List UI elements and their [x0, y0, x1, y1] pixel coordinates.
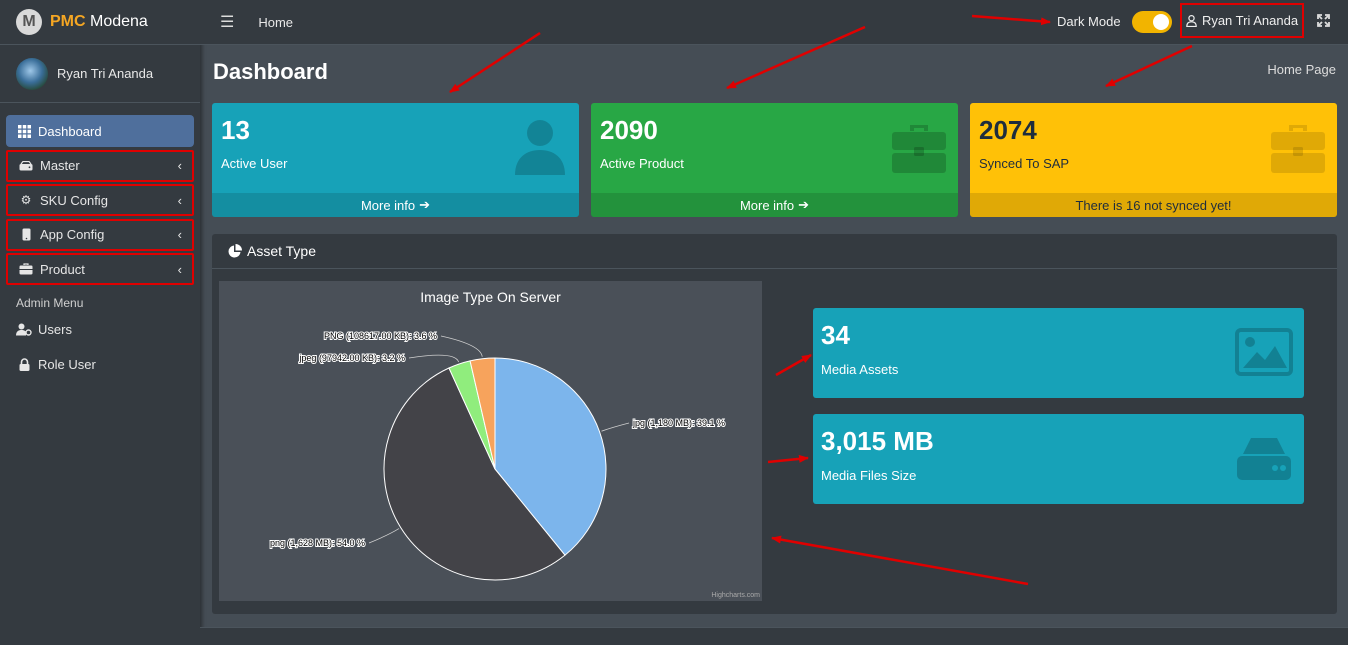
breadcrumb[interactable]: Home Page [1267, 62, 1336, 77]
pie-label-png: png (1,628 MB): 54.0 % [270, 538, 365, 548]
image-icon [1235, 328, 1293, 376]
active-user-card: 13 Active User More info ➔ [212, 103, 579, 217]
briefcase-icon [892, 125, 946, 173]
media-size-label: Media Files Size [821, 468, 917, 483]
topbar: ☰ Home Dark Mode Ryan Tri Ananda [200, 0, 1348, 45]
media-assets-label: Media Assets [821, 362, 899, 377]
brand[interactable]: M PMC Modena [0, 0, 200, 45]
avatar [16, 57, 48, 90]
card-label: Synced To SAP [979, 156, 1070, 171]
mobile-icon [18, 228, 34, 241]
user-panel[interactable]: Ryan Tri Ananda [0, 45, 200, 103]
sidebar-item-label: Users [38, 322, 72, 337]
sidebar: M PMC Modena Ryan Tri Ananda Dashboard M… [0, 0, 200, 645]
user-cog-icon [16, 323, 32, 336]
pie-label-jpeg: jpeg (97942.00 KB): 3.2 % [298, 353, 405, 363]
gear-icon: ⚙ [20, 193, 32, 207]
more-info-link[interactable]: More info ➔ [212, 193, 579, 217]
sidebar-item-master[interactable]: Master ‹ [6, 149, 194, 182]
sidebar-item-label: Role User [38, 356, 96, 372]
sidebar-nav: Dashboard Master ‹ ⚙ SKU Config ‹ App Co… [0, 103, 200, 380]
dark-mode-toggle[interactable] [1132, 11, 1172, 33]
pie-chart-icon [228, 244, 242, 258]
home-link[interactable]: Home [258, 15, 293, 30]
media-assets-value: 34 [821, 320, 850, 350]
lock-icon [16, 357, 32, 371]
annotation-arrow [1105, 44, 1193, 88]
arrow-circle-right-icon: ➔ [419, 197, 431, 212]
media-size-value: 3,015 MB [821, 426, 934, 456]
footer-bar [200, 627, 1348, 645]
pie-connector [601, 422, 630, 432]
grid-icon [16, 124, 32, 138]
not-synced-notice: There is 16 not synced yet! [970, 193, 1337, 217]
synced-sap-card: 2074 Synced To SAP There is 16 not synce… [970, 103, 1337, 217]
card-value: 2074 [979, 115, 1037, 145]
user-menu[interactable]: Ryan Tri Ananda [1180, 3, 1304, 38]
sidebar-item-users[interactable]: Users [6, 314, 194, 346]
brand-name: PMC Modena [50, 13, 148, 30]
card-label: Active User [221, 156, 288, 171]
pie-connector [440, 335, 483, 357]
sidebar-item-label: Dashboard [38, 123, 102, 139]
user-name: Ryan Tri Ananda [57, 66, 154, 81]
briefcase-icon [18, 263, 34, 275]
sidebar-item-role-user[interactable]: Role User [6, 348, 194, 380]
card-value: 2090 [600, 115, 658, 145]
page-title: Dashboard [213, 59, 328, 84]
panel-header: Asset Type [212, 234, 1337, 269]
arrow-circle-right-icon: ➔ [798, 197, 810, 212]
sidebar-item-label: Product [40, 261, 85, 277]
chevron-left-icon: ‹ [177, 261, 182, 277]
hdd-icon [18, 160, 34, 171]
fullscreen-icon[interactable] [1317, 14, 1330, 30]
user-menu-name: Ryan Tri Ananda [1201, 13, 1299, 28]
pie-chart: jpg (1,180 MB): 39.1 % png (1,628 MB): 54… [269, 330, 726, 581]
chart-credit[interactable]: Highcharts.com [711, 592, 760, 599]
chevron-left-icon: ‹ [177, 192, 182, 208]
asset-type-panel: Asset Type Image Type On Server jpg (1,1… [212, 234, 1337, 614]
user-icon [515, 120, 565, 175]
user-icon [1186, 14, 1197, 27]
sidebar-item-label: SKU Config [40, 192, 108, 208]
hdd-icon [1237, 438, 1291, 480]
admin-menu-header: Admin Menu [16, 295, 84, 310]
chevron-left-icon: ‹ [177, 227, 182, 242]
media-assets-box: 34 Media Assets [813, 308, 1304, 398]
pie-connector [368, 528, 400, 544]
hamburger-icon[interactable]: ☰ [220, 12, 234, 32]
active-product-card: 2090 Active Product More info ➔ [591, 103, 958, 217]
briefcase-icon [1271, 125, 1325, 173]
toggle-knob [1153, 14, 1169, 30]
image-type-chart: Image Type On Server jpg (1,180 MB): 39.… [219, 281, 762, 601]
pie-label-jpg: jpg (1,180 MB): 39.1 % [632, 418, 725, 428]
sidebar-item-label: Master [40, 158, 80, 173]
brand-logo-icon: M [16, 9, 42, 35]
pie-connector [408, 354, 460, 363]
dark-mode-label: Dark Mode [1057, 14, 1121, 29]
sidebar-item-app-config[interactable]: App Config ‹ [6, 218, 194, 251]
sidebar-item-label: App Config [40, 227, 105, 242]
sidebar-item-dashboard[interactable]: Dashboard [6, 115, 194, 147]
card-value: 13 [221, 115, 250, 145]
panel-title: Asset Type [247, 243, 317, 259]
sidebar-item-sku-config[interactable]: ⚙ SKU Config ‹ [6, 184, 194, 216]
card-label: Active Product [600, 156, 684, 171]
media-size-box: 3,015 MB Media Files Size [813, 414, 1304, 504]
chevron-left-icon: ‹ [177, 158, 182, 173]
more-info-link[interactable]: More info ➔ [591, 193, 958, 217]
sidebar-item-product[interactable]: Product ‹ [6, 253, 194, 285]
pie-label-png: PNG (108617.00 KB): 3.6 % [324, 331, 437, 341]
